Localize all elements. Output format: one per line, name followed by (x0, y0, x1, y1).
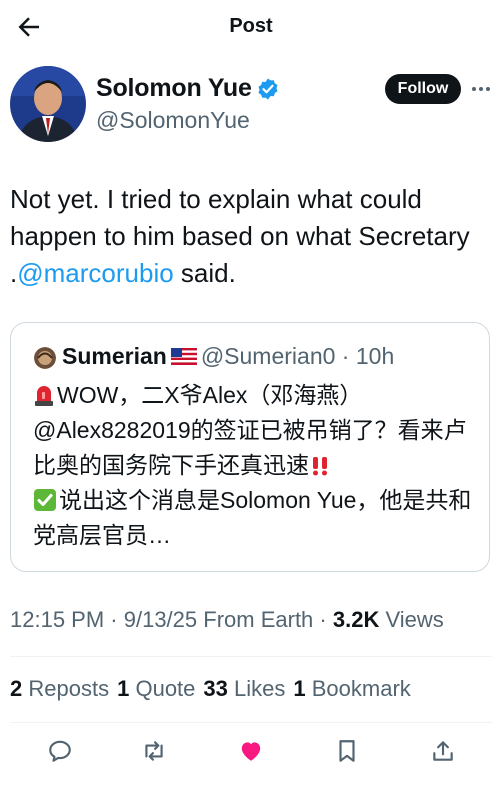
quoted-text-line: WOW，二X爷Alex（邓海燕）@Alex8282019的签证已被吊销了？看来卢… (33, 382, 467, 478)
quotes-count: 1 (117, 676, 130, 701)
reposts-stat[interactable]: 2 Reposts (10, 676, 109, 701)
tweet-text: Not yet. I tried to explain what could h… (10, 181, 490, 292)
views-count: 3.2K (332, 607, 380, 632)
us-flag-icon (170, 348, 197, 365)
post-meta: 12:15 PM · 9/13/25 From Earth · 3.2K Vie… (10, 607, 444, 632)
author-name[interactable]: Solomon Yue (96, 74, 252, 103)
mention-link[interactable]: @marcorubio (17, 258, 173, 288)
tweet-text-part: said. (173, 258, 236, 288)
quoted-avatar (34, 347, 56, 369)
follow-button[interactable]: Follow (385, 74, 461, 104)
verified-badge-icon (258, 78, 278, 100)
post-time: 12:15 PM (10, 607, 105, 632)
page-title: Post (229, 15, 273, 37)
quoted-text: WOW，二X爷Alex（邓海燕）@Alex8282019的签证已被吊销了？看来卢… (33, 378, 478, 553)
quotes-label: Quote (135, 676, 196, 701)
bookmark-icon[interactable] (334, 738, 360, 764)
divider (10, 656, 492, 657)
double-exclamation-icon (313, 457, 327, 476)
likes-label: Likes (234, 676, 286, 701)
avatar[interactable] (10, 66, 86, 142)
views-label: Views (385, 607, 444, 632)
author-handle[interactable]: @SolomonYue (96, 107, 250, 134)
likes-stat[interactable]: 33 Likes (203, 676, 285, 701)
post-date: 9/13/25 (123, 607, 198, 632)
heart-icon[interactable] (238, 738, 264, 764)
quotes-stat[interactable]: 1 Quote (117, 676, 195, 701)
post-stats: 2 Reposts 1 Quote 33 Likes 1 Bookmark (10, 676, 419, 702)
more-dots-icon[interactable] (470, 82, 492, 96)
check-mark-emoji-icon (34, 489, 56, 511)
share-icon[interactable] (430, 738, 456, 764)
reposts-label: Reposts (28, 676, 110, 701)
bookmarks-count: 1 (293, 676, 306, 701)
repost-icon[interactable] (141, 738, 167, 764)
quoted-header: Sumerian @Sumerian0 · 10h (62, 343, 395, 369)
quoted-time: 10h (355, 343, 395, 369)
likes-count: 33 (203, 676, 228, 701)
bookmarks-label: Bookmark (311, 676, 411, 701)
siren-emoji-icon (35, 386, 53, 406)
reply-icon[interactable] (47, 738, 73, 764)
divider (10, 722, 492, 723)
reposts-count: 2 (10, 676, 23, 701)
quoted-text-line: 说出这个消息是Solomon Yue，他是共和党高层官员… (33, 487, 472, 548)
quoted-author-handle: @Sumerian0 (200, 343, 336, 369)
post-source: From Earth (203, 607, 314, 632)
quoted-author-name: Sumerian (62, 343, 167, 369)
bookmarks-stat[interactable]: 1 Bookmark (293, 676, 410, 701)
